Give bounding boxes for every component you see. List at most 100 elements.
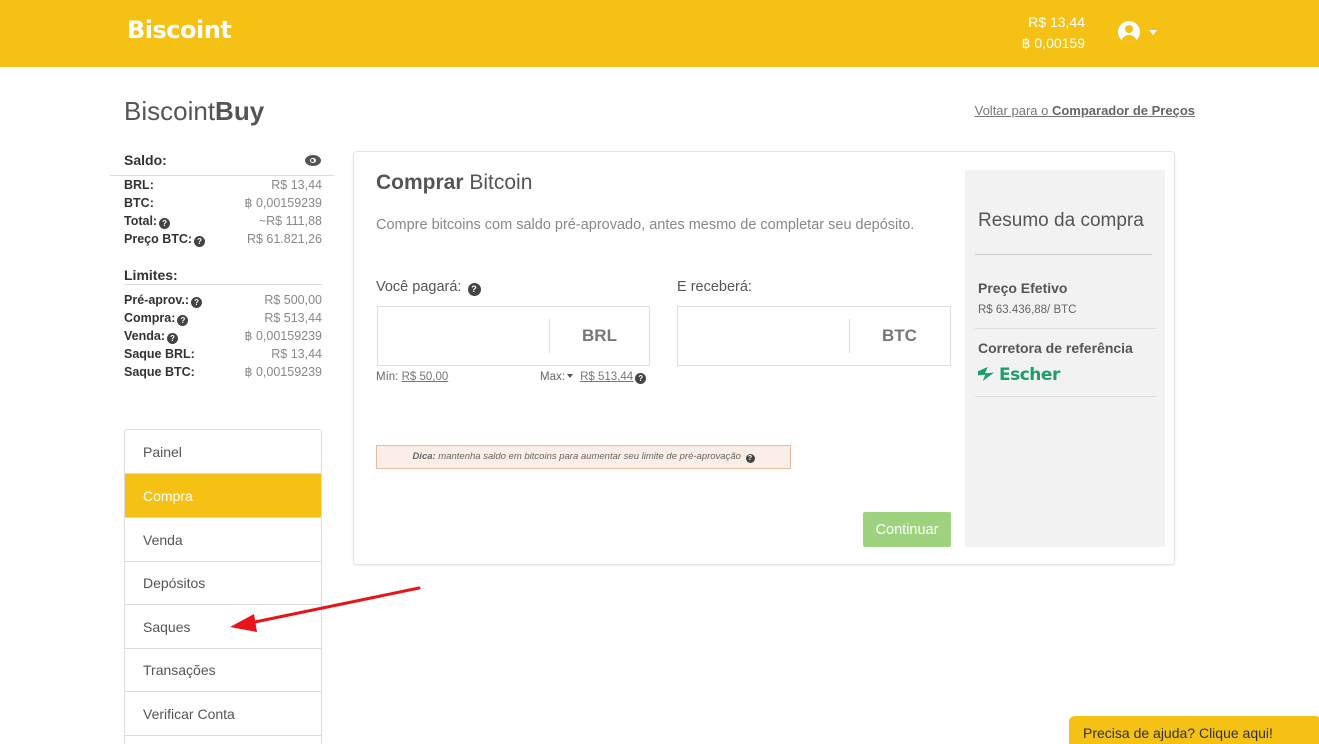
escher-logo[interactable]: Escher bbox=[978, 365, 1060, 385]
limite-label: Compra:? bbox=[124, 309, 189, 327]
tip-bold: Dica: bbox=[412, 451, 436, 462]
pay-amount-input[interactable] bbox=[378, 307, 549, 365]
side-nav: Painel Compra Venda Depósitos Saques Tra… bbox=[124, 429, 322, 744]
saldo-value: R$ 61.821,26 bbox=[246, 232, 322, 246]
user-body bbox=[1121, 35, 1137, 43]
page-title-bold: Buy bbox=[215, 96, 265, 126]
help-icon[interactable]: ? bbox=[635, 373, 647, 384]
back-link-target: Comparador de Preços bbox=[1051, 103, 1195, 118]
limite-value: R$ 13,44 bbox=[271, 347, 322, 361]
pay-label-text: Você pagará: bbox=[376, 279, 462, 295]
receive-label: E receberá: bbox=[677, 279, 752, 295]
limite-value: ฿ 0,00159239 bbox=[244, 329, 322, 343]
help-icon[interactable]: ? bbox=[194, 236, 206, 247]
broker-name: Escher bbox=[999, 365, 1060, 385]
limite-value: R$ 513,44 bbox=[264, 311, 322, 325]
chevron-down-icon[interactable] bbox=[1149, 30, 1157, 35]
eye-icon[interactable] bbox=[305, 155, 321, 166]
receive-currency-unit: BTC bbox=[849, 319, 949, 353]
limite-compra-label: Compra: bbox=[124, 311, 176, 325]
nav-item-depositos[interactable]: Depósitos bbox=[125, 561, 321, 605]
eye-pupil bbox=[310, 158, 316, 163]
nav-item-saques[interactable]: Saques bbox=[125, 605, 321, 649]
summary-divider bbox=[975, 396, 1156, 397]
header-balance-btc: ฿ 0,00159 bbox=[1021, 35, 1085, 51]
summary-divider bbox=[975, 254, 1152, 255]
limite-label: Venda:? bbox=[124, 327, 178, 345]
buy-title-light: Bitcoin bbox=[463, 171, 533, 194]
min-amount-hint: Mín: R$ 50,00 bbox=[376, 371, 448, 383]
broker-label: Corretora de referência bbox=[978, 340, 1133, 356]
back-to-comparator-link[interactable]: Voltar para o Comparador de Preços bbox=[975, 103, 1195, 118]
help-icon[interactable]: ? bbox=[177, 315, 189, 326]
user-head bbox=[1125, 25, 1133, 33]
help-icon[interactable]: ? bbox=[191, 297, 203, 308]
saldo-value: R$ 13,44 bbox=[271, 178, 322, 192]
nav-item-transacoes[interactable]: Transações bbox=[125, 648, 321, 692]
buy-title-bold: Comprar bbox=[376, 171, 464, 194]
saldo-row-btc: BTC: ฿ 0,00159239 bbox=[124, 194, 322, 212]
help-icon[interactable]: ? bbox=[745, 454, 755, 463]
saldo-price-label: Preço BTC: bbox=[124, 232, 193, 246]
pay-currency-unit: BRL bbox=[549, 319, 649, 353]
saldo-value: ฿ 0,00159239 bbox=[244, 196, 322, 210]
page-title-light: Biscoint bbox=[124, 96, 216, 126]
effective-price-label: Preço Efetivo bbox=[978, 280, 1068, 296]
nav-item-venda[interactable]: Venda bbox=[125, 518, 321, 562]
max-label: Max: bbox=[540, 371, 565, 383]
limite-row-preaprov: Pré-aprov.:? R$ 500,00 bbox=[124, 291, 322, 309]
tip-text: mantenha saldo em bitcoins para aumentar… bbox=[435, 451, 741, 462]
limite-row-venda: Venda:? ฿ 0,00159239 bbox=[124, 327, 322, 345]
effective-price-value: R$ 63.436,88/ BTC bbox=[978, 304, 1077, 316]
saldo-row-total: Total:? ~R$ 111,88 bbox=[124, 212, 322, 230]
saldo-label: BRL: bbox=[124, 178, 154, 192]
escher-icon bbox=[978, 367, 994, 381]
min-label: Mín: bbox=[376, 371, 399, 383]
nav-item-compra[interactable]: Compra bbox=[125, 474, 321, 518]
max-amount-hint: Max: R$ 513,44? bbox=[540, 371, 647, 384]
saldo-label: Preço BTC:? bbox=[124, 230, 206, 248]
help-icon[interactable]: ? bbox=[159, 218, 171, 229]
nav-item-painel[interactable]: Painel bbox=[125, 430, 321, 474]
saldo-row-price: Preço BTC:? R$ 61.821,26 bbox=[124, 230, 322, 248]
summary-title: Resumo da compra bbox=[978, 210, 1144, 231]
limite-value: R$ 500,00 bbox=[264, 293, 322, 307]
user-account-icon[interactable] bbox=[1118, 21, 1140, 43]
continue-button[interactable]: Continuar bbox=[863, 512, 951, 547]
limite-preaprov-label: Pré-aprov.: bbox=[124, 293, 190, 307]
limite-value: ฿ 0,00159239 bbox=[244, 365, 322, 379]
pay-label: Você pagará: ? bbox=[376, 279, 481, 296]
receive-amount-box: BTC bbox=[677, 306, 951, 366]
max-amount-link[interactable]: R$ 513,44 bbox=[580, 371, 633, 383]
chevron-down-icon[interactable] bbox=[566, 374, 573, 378]
help-icon[interactable]: ? bbox=[467, 283, 481, 296]
limites-divider bbox=[124, 284, 322, 285]
help-icon[interactable]: ? bbox=[167, 333, 178, 344]
pay-amount-box: BRL bbox=[377, 306, 650, 366]
nav-item-verificar-conta[interactable]: Verificar Conta bbox=[125, 692, 321, 736]
tip-banner: Dica: mantenha saldo em bitcoins para au… bbox=[376, 445, 791, 469]
header-balance-brl: R$ 13,44 bbox=[1028, 14, 1085, 30]
saldo-row-brl: BRL: R$ 13,44 bbox=[124, 176, 322, 194]
limite-label: Saque BTC: bbox=[124, 365, 195, 379]
help-chat-button[interactable]: Precisa de ajuda? Clique aqui! bbox=[1069, 716, 1319, 744]
receive-amount-input[interactable] bbox=[678, 307, 849, 365]
limites-heading: Limites: bbox=[124, 267, 178, 283]
limite-label: Saque BRL: bbox=[124, 347, 195, 361]
buy-subtitle: Compre bitcoins com saldo pré-aprovado, … bbox=[376, 217, 915, 233]
limite-label: Pré-aprov.:? bbox=[124, 291, 203, 309]
saldo-heading: Saldo: bbox=[124, 152, 167, 168]
saldo-total-label: Total: bbox=[124, 214, 158, 228]
biscoint-logo[interactable]: Biscoint bbox=[127, 16, 232, 44]
buy-title: Comprar Bitcoin bbox=[376, 171, 532, 195]
limite-row-saque-btc: Saque BTC: ฿ 0,00159239 bbox=[124, 363, 322, 381]
limite-row-compra: Compra:? R$ 513,44 bbox=[124, 309, 322, 327]
saldo-value: ~R$ 111,88 bbox=[258, 214, 322, 228]
saldo-label: Total:? bbox=[124, 212, 171, 230]
back-link-prefix: Voltar para o bbox=[974, 103, 1052, 118]
min-amount-link[interactable]: R$ 50,00 bbox=[402, 371, 449, 383]
header-balance: R$ 13,44 ฿ 0,00159 bbox=[1005, 12, 1085, 54]
limite-row-saque-brl: Saque BRL: R$ 13,44 bbox=[124, 345, 322, 363]
summary-divider bbox=[975, 328, 1156, 329]
saldo-label: BTC: bbox=[124, 196, 154, 210]
